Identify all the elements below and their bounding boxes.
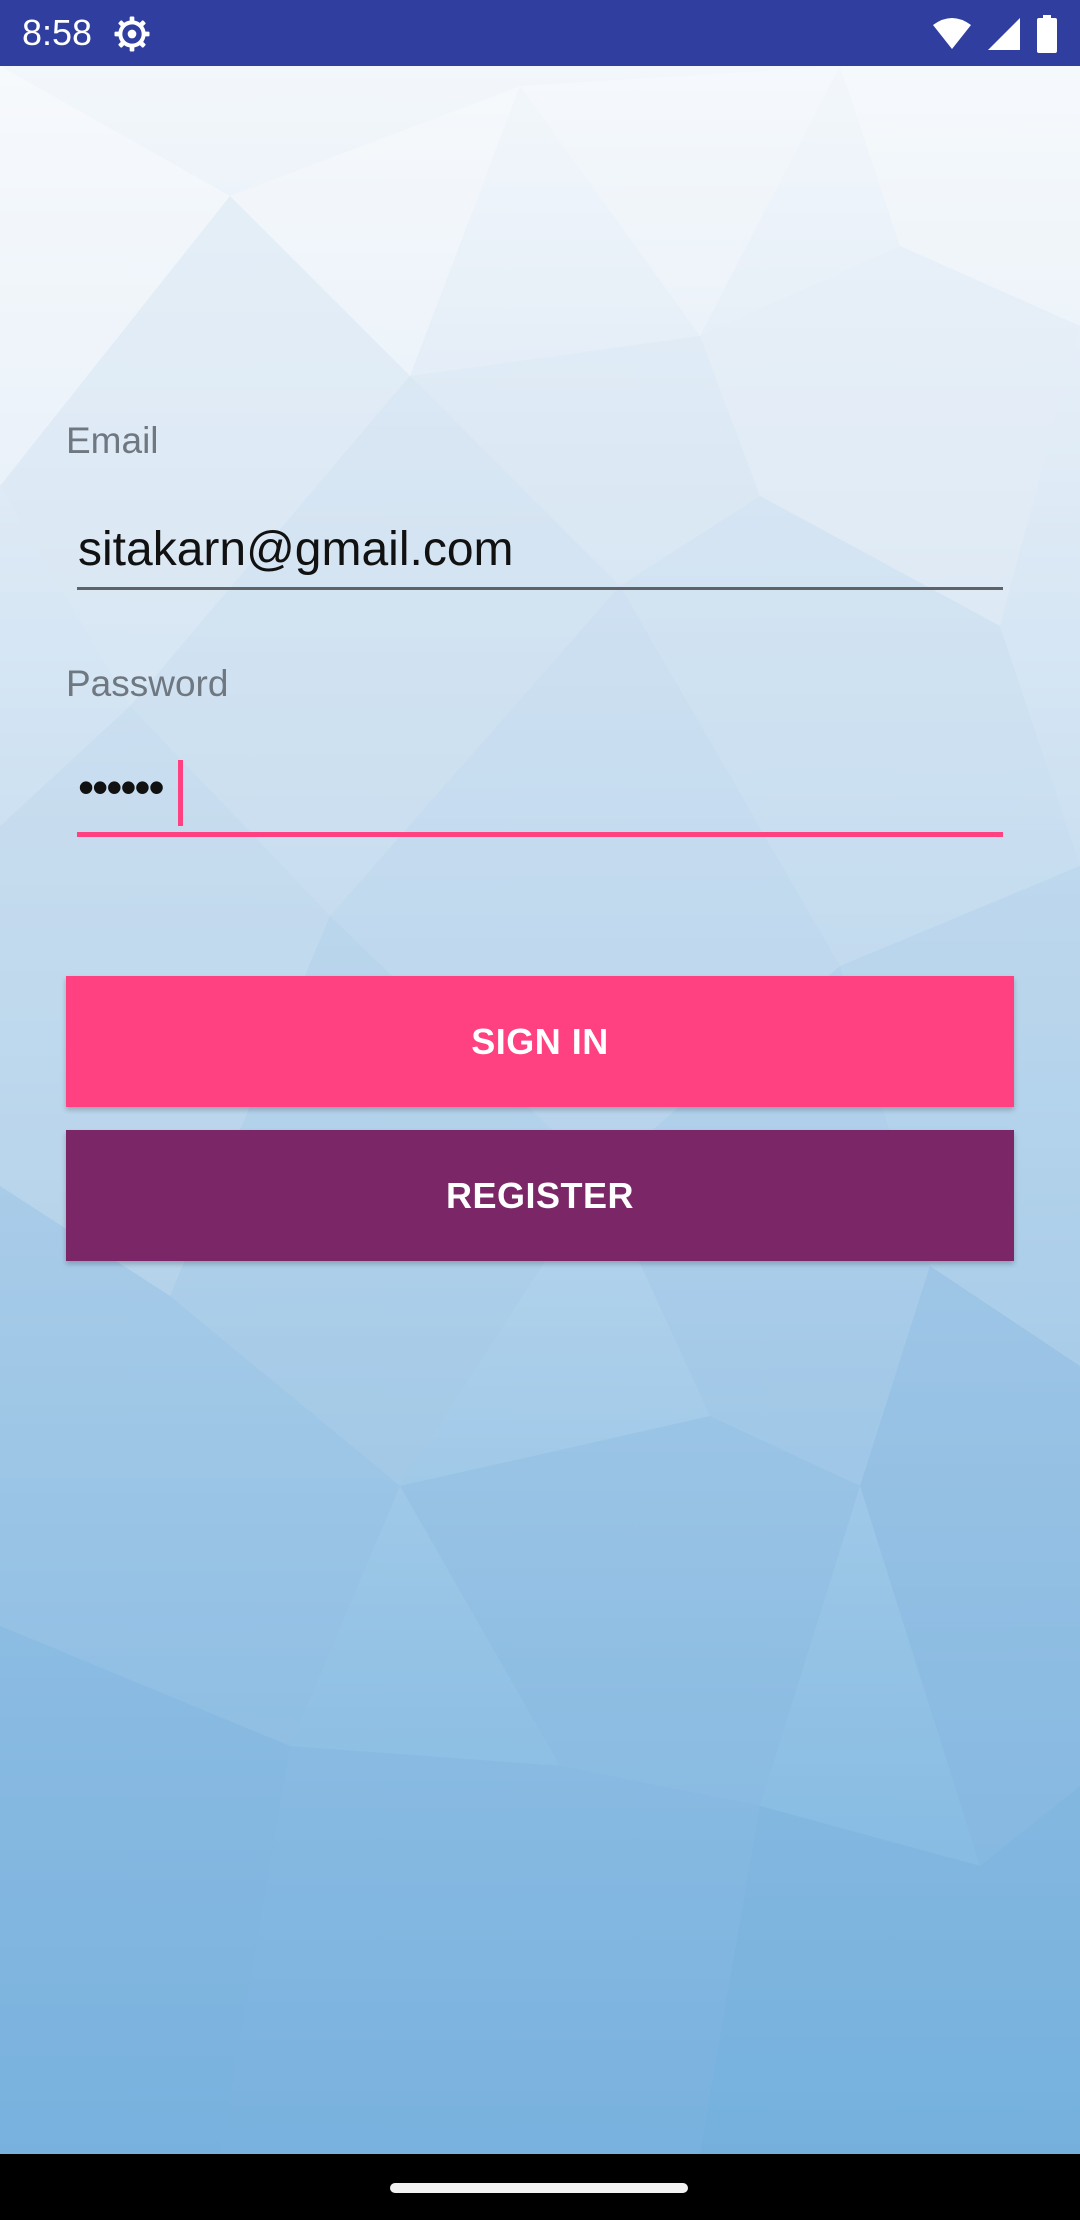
status-bar: 8:58 [0, 0, 1080, 66]
password-underline [77, 832, 1003, 837]
settings-gear-icon [114, 16, 150, 52]
status-time: 8:58 [22, 12, 93, 53]
status-icons [932, 14, 1058, 54]
password-input-value[interactable]: •••••• [78, 760, 165, 814]
sign-in-button[interactable]: SIGN IN [66, 976, 1014, 1107]
background-pattern [0, 66, 1080, 2154]
home-gesture-handle[interactable] [390, 2183, 688, 2193]
email-input-value[interactable]: sitakarn@gmail.com [78, 522, 514, 577]
email-label: Email [66, 420, 159, 461]
login-screen: 8:58 Email sitakarn@gmail.com Password •… [0, 0, 1080, 2220]
battery-icon [1037, 15, 1057, 53]
text-cursor [178, 760, 183, 826]
wifi-icon [933, 18, 971, 49]
navigation-bar [0, 2154, 1080, 2220]
email-underline [77, 587, 1003, 590]
signal-icon [988, 18, 1020, 50]
password-label: Password [66, 663, 229, 704]
register-button[interactable]: REGISTER [66, 1130, 1014, 1261]
